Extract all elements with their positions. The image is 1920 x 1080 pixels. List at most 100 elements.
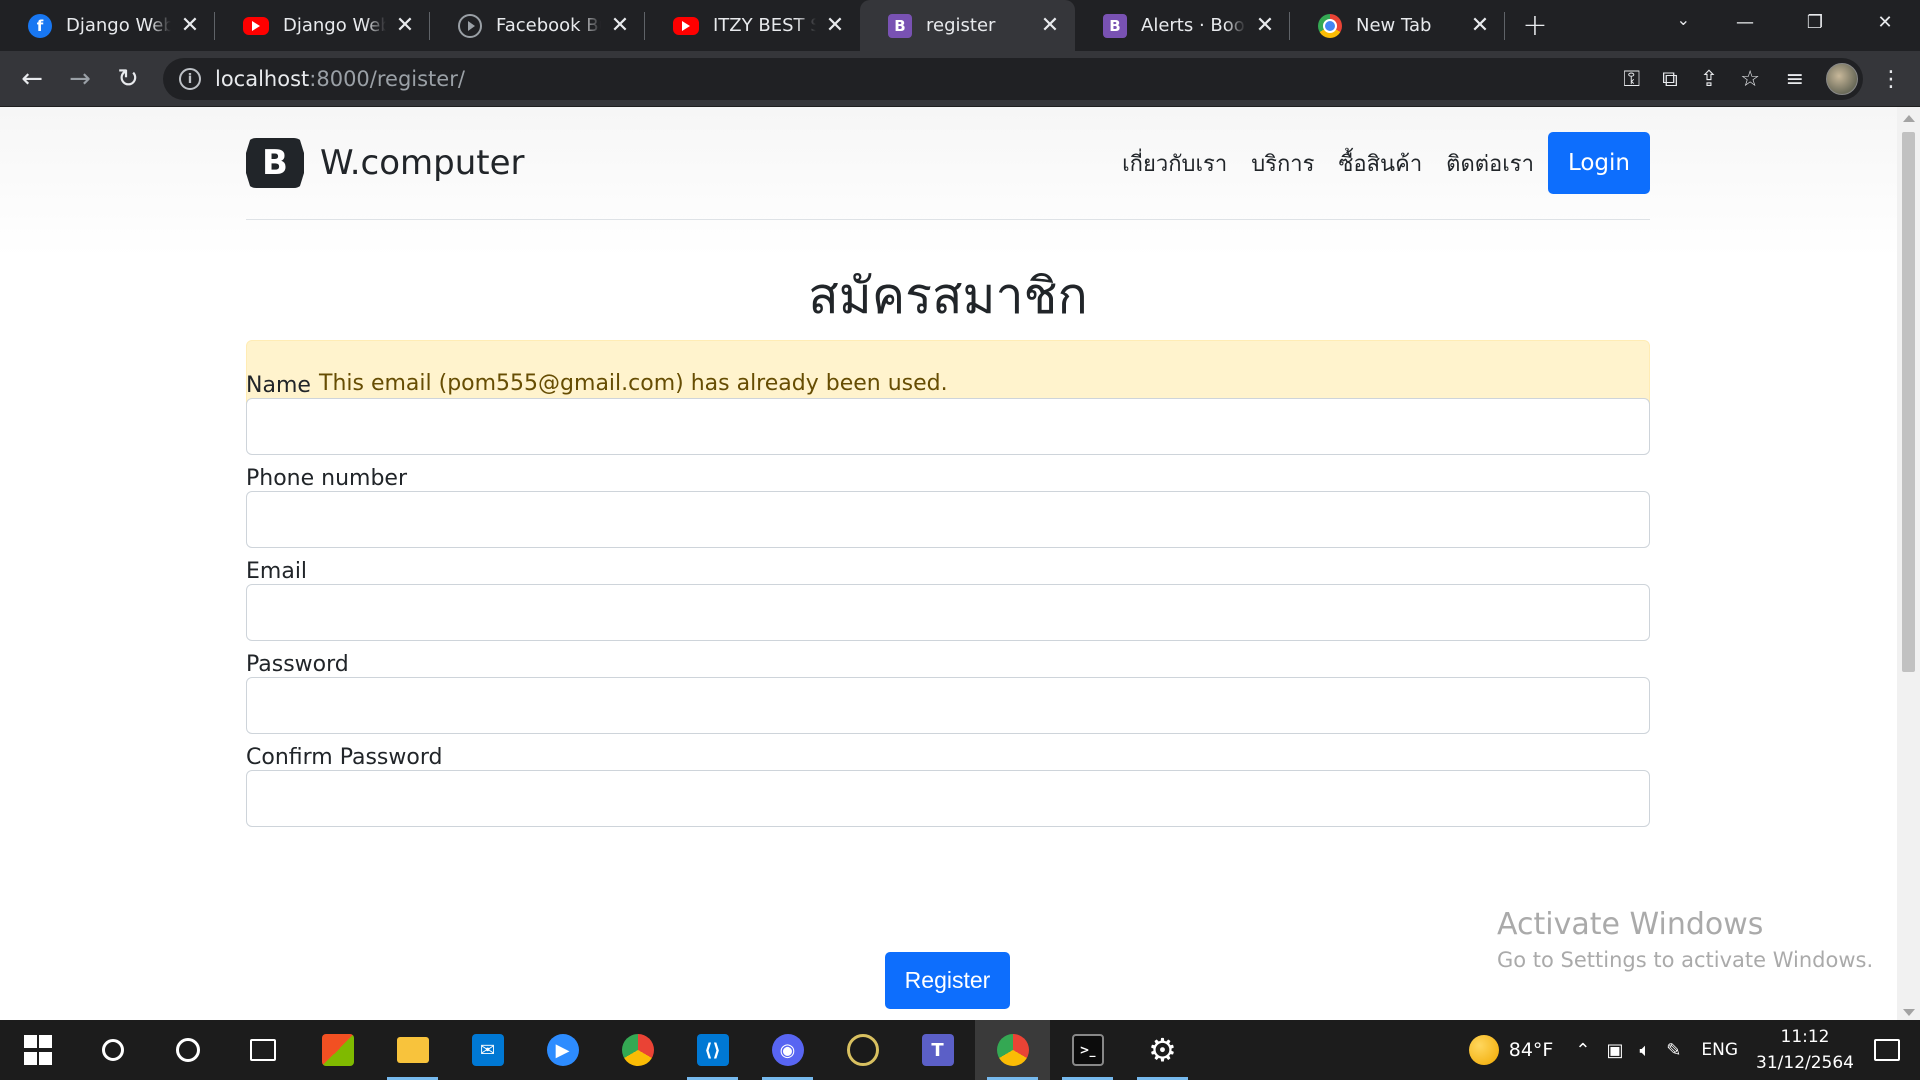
close-window-icon[interactable]: ✕ xyxy=(1850,0,1920,44)
key-icon[interactable]: ⚿ xyxy=(1623,67,1640,92)
taskbar-app-discord[interactable]: ◉ xyxy=(750,1020,825,1080)
name-input[interactable] xyxy=(246,398,1650,455)
taskbar-search-button[interactable] xyxy=(75,1020,150,1080)
cortana-icon xyxy=(175,1038,200,1062)
volume-icon[interactable]: 🔈︎ xyxy=(1639,1040,1650,1061)
taskbar-task-view-button[interactable] xyxy=(225,1020,300,1080)
confirm-password-input[interactable] xyxy=(246,770,1650,827)
tab-title: ITZY BEST SON xyxy=(713,15,816,36)
youtube-icon xyxy=(673,16,699,35)
scroll-up-arrow-icon[interactable] xyxy=(1903,115,1915,122)
watermark-subtitle: Go to Settings to activate Windows. xyxy=(1497,948,1874,972)
taskbar-app-osu[interactable] xyxy=(825,1020,900,1080)
weather-widget[interactable]: 84°F xyxy=(1468,1035,1553,1065)
clock-time: 11:12 xyxy=(1780,1027,1830,1047)
terminal-icon: >_ xyxy=(1071,1034,1104,1066)
translate-icon[interactable]: ⧉ xyxy=(1662,67,1678,92)
chevron-up-icon[interactable]: ⌃ xyxy=(1575,1040,1590,1061)
window-controls: — ❐ ✕ xyxy=(1710,0,1920,44)
site-info-icon[interactable]: i xyxy=(179,68,201,90)
nav-link-services[interactable]: บริการ xyxy=(1239,146,1326,181)
browser-tab-active[interactable]: B register ✕ xyxy=(860,0,1075,51)
tab-search-chevron-icon[interactable]: ⌄ xyxy=(1677,10,1690,29)
start-button[interactable] xyxy=(0,1020,75,1080)
back-arrow-icon[interactable]: ← xyxy=(8,55,56,103)
taskbar-cortana-button[interactable] xyxy=(150,1020,225,1080)
close-tab-icon[interactable]: ✕ xyxy=(609,13,631,38)
page-scrollbar[interactable] xyxy=(1897,107,1920,1020)
star-icon[interactable]: ☆ xyxy=(1740,67,1760,92)
gear-icon: ⚙ xyxy=(1148,1031,1177,1069)
taskbar-app-settings[interactable]: ⚙ xyxy=(1125,1020,1200,1080)
close-tab-icon[interactable]: ✕ xyxy=(394,13,416,38)
microsoft-store-icon xyxy=(321,1034,354,1066)
share-icon[interactable]: ⇪ xyxy=(1700,67,1718,92)
browser-tab[interactable]: B Alerts · Bootstr ✕ xyxy=(1075,0,1290,51)
taskbar-app-terminal[interactable]: >_ xyxy=(1050,1020,1125,1080)
network-icon[interactable]: ▣ xyxy=(1606,1040,1623,1061)
nav-link-contact[interactable]: ติดต่อเรา xyxy=(1434,146,1546,181)
tab-title: New Tab xyxy=(1356,15,1432,36)
scroll-down-arrow-icon[interactable] xyxy=(1903,1009,1915,1016)
taskbar-app-zoom[interactable]: ▶ xyxy=(525,1020,600,1080)
task-view-icon xyxy=(249,1039,276,1061)
browser-tab[interactable]: Django Web De ✕ xyxy=(215,0,430,51)
close-tab-icon[interactable]: ✕ xyxy=(1469,13,1491,38)
taskbar-app-chrome-profile[interactable] xyxy=(975,1020,1050,1080)
taskbar-app-teams[interactable]: T xyxy=(900,1020,975,1080)
media-queue-icon[interactable]: ≡ xyxy=(1786,67,1804,92)
minimize-icon[interactable]: — xyxy=(1710,0,1780,44)
restore-icon[interactable]: ❐ xyxy=(1780,0,1850,44)
browser-tab[interactable]: New Tab ✕ xyxy=(1290,0,1505,51)
scrollbar-thumb[interactable] xyxy=(1902,132,1915,672)
browser-tab[interactable]: Facebook Busin ✕ xyxy=(430,0,645,51)
confirm-password-label: Confirm Password xyxy=(246,745,443,770)
brand-link[interactable]: B W.computer xyxy=(246,138,525,188)
close-tab-icon[interactable]: ✕ xyxy=(1039,13,1061,38)
new-tab-button[interactable]: + xyxy=(1505,0,1565,51)
clock-date: 31/12/2564 xyxy=(1756,1053,1854,1073)
reload-icon[interactable]: ↻ xyxy=(104,55,152,103)
bootstrap-icon: B xyxy=(888,13,912,38)
tray-icons: ⌃ ▣ 🔈︎ ✎ xyxy=(1575,1040,1681,1061)
mail-icon: ✉ xyxy=(471,1034,504,1066)
taskbar-app-vscode[interactable]: ⟨⟩ xyxy=(675,1020,750,1080)
register-button[interactable]: Register xyxy=(885,952,1010,1009)
phone-label: Phone number xyxy=(246,466,408,491)
browser-tab[interactable]: ITZY BEST SON ✕ xyxy=(645,0,860,51)
nav-link-shop[interactable]: ซื้อสินค้า xyxy=(1326,146,1434,181)
login-button[interactable]: Login xyxy=(1547,132,1650,194)
search-icon xyxy=(101,1039,124,1061)
taskbar-clock[interactable]: 11:12 31/12/2564 xyxy=(1756,1024,1854,1076)
site-header: B W.computer เกี่ยวกับเรา บริการ ซื้อสิน… xyxy=(246,107,1650,220)
toolbar-right: ≡ ⋮ xyxy=(1786,58,1902,100)
taskbar-app-mail[interactable]: ✉ xyxy=(450,1020,525,1080)
taskbar-app-store[interactable] xyxy=(300,1020,375,1080)
password-input[interactable] xyxy=(246,677,1650,734)
nav-link-about[interactable]: เกี่ยวกับเรา xyxy=(1110,146,1239,181)
close-tab-icon[interactable]: ✕ xyxy=(179,13,201,38)
meta-icon xyxy=(458,13,482,38)
profile-avatar[interactable] xyxy=(1826,63,1858,95)
omnibox-actions: ⚿ ⧉ ⇪ ☆ xyxy=(1623,58,1760,100)
pen-icon[interactable]: ✎ xyxy=(1666,1040,1681,1061)
close-tab-icon[interactable]: ✕ xyxy=(1254,13,1276,38)
menu-kebab-icon[interactable]: ⋮ xyxy=(1880,67,1902,92)
input-language[interactable]: ENG xyxy=(1701,1040,1738,1060)
email-input[interactable] xyxy=(246,584,1650,641)
phone-input[interactable] xyxy=(246,491,1650,548)
url-host: localhost xyxy=(215,67,310,91)
close-tab-icon[interactable]: ✕ xyxy=(824,13,846,38)
chrome-profile-icon xyxy=(996,1034,1029,1066)
forward-arrow-icon[interactable]: → xyxy=(56,55,104,103)
osu-icon xyxy=(846,1034,879,1066)
taskbar-app-chrome[interactable] xyxy=(600,1020,675,1080)
browser-tab[interactable]: f Django Web De ✕ xyxy=(0,0,215,51)
youtube-icon xyxy=(243,16,269,35)
taskbar-app-explorer[interactable] xyxy=(375,1020,450,1080)
teams-icon: T xyxy=(921,1034,954,1066)
browser-tab-strip: f Django Web De ✕ Django Web De ✕ Facebo… xyxy=(0,0,1920,51)
address-bar[interactable]: i localhost:8000/register/ xyxy=(163,58,1863,100)
zoom-icon: ▶ xyxy=(546,1034,579,1066)
notification-center-icon[interactable] xyxy=(1874,1039,1900,1061)
